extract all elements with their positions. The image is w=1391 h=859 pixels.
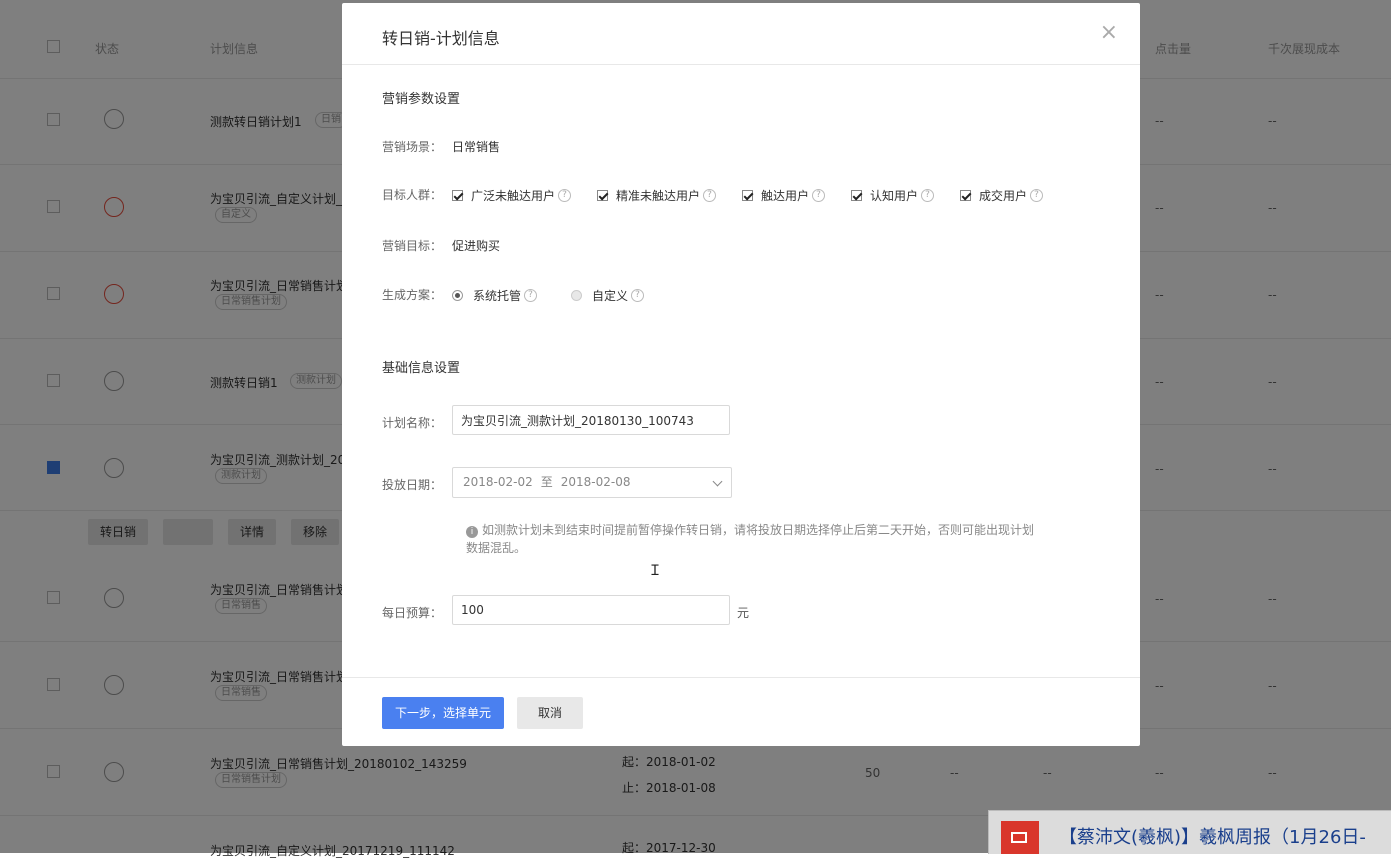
mail-icon xyxy=(1001,821,1039,854)
plan-label: 生成方案： xyxy=(382,288,443,302)
modal-header: 转日销-计划信息 × xyxy=(342,3,1140,65)
checkbox-checked-icon[interactable] xyxy=(452,190,463,201)
target-checkbox-aware[interactable]: 认知用户 ? xyxy=(851,187,935,204)
goal-value: 促进购买 xyxy=(452,239,501,253)
date-tip-text: 如测款计划未到结束时间提前暂停操作转日销，请将投放日期选择停止后第二天开始，否则… xyxy=(466,523,1035,555)
help-icon[interactable]: ? xyxy=(703,189,717,202)
help-icon[interactable]: ? xyxy=(921,189,935,202)
close-icon[interactable]: × xyxy=(1100,21,1118,45)
chevron-down-icon[interactable] xyxy=(712,476,723,487)
modal-footer: 下一步，选择单元 取消 xyxy=(342,677,1140,747)
plan-name-input[interactable] xyxy=(452,405,730,435)
radio-selected-icon[interactable] xyxy=(452,290,463,301)
checkbox-checked-icon[interactable] xyxy=(742,190,753,201)
budget-label: 每日预算： xyxy=(382,606,443,620)
plan-name-label: 计划名称： xyxy=(382,416,443,430)
date-start: 2018-02-02 xyxy=(463,475,533,489)
help-icon[interactable]: ? xyxy=(1030,189,1044,202)
checkbox-checked-icon[interactable] xyxy=(851,190,862,201)
to-daily-sale-modal: 转日销-计划信息 × 营销参数设置 营销场景： 日常销售 目标人群： 广泛未触达… xyxy=(342,3,1140,746)
date-separator: 至 xyxy=(540,475,553,489)
target-checkbox-reached[interactable]: 触达用户 ? xyxy=(742,187,826,204)
next-step-button[interactable]: 下一步，选择单元 xyxy=(382,697,504,729)
budget-unit: 元 xyxy=(737,606,750,620)
target-checkbox-converted[interactable]: 成交用户 ? xyxy=(960,187,1044,204)
cancel-button[interactable]: 取消 xyxy=(517,697,583,729)
checkbox-checked-icon[interactable] xyxy=(597,190,608,201)
checkbox-checked-icon[interactable] xyxy=(960,190,971,201)
target-checkbox-precise[interactable]: 精准未触达用户 ? xyxy=(597,187,717,204)
plan-radio-system[interactable]: 系统托管 ? xyxy=(452,287,538,304)
scene-label: 营销场景： xyxy=(382,140,443,154)
help-icon[interactable]: ? xyxy=(631,289,645,302)
help-icon[interactable]: ? xyxy=(812,189,826,202)
section-title-marketing: 营销参数设置 xyxy=(382,92,461,107)
section-title-basic: 基础信息设置 xyxy=(382,361,461,376)
notification-text[interactable]: 【蔡沛文(羲枫)】羲枫周报（1月26日- xyxy=(1059,823,1366,849)
radio-unselected-icon[interactable] xyxy=(571,290,582,301)
target-label: 目标人群： xyxy=(382,188,443,202)
date-end: 2018-02-08 xyxy=(560,475,631,489)
info-icon: i xyxy=(466,526,478,538)
daily-budget-input[interactable] xyxy=(452,595,730,625)
goal-label: 营销目标： xyxy=(382,239,443,253)
text-cursor-icon: Ｉ xyxy=(648,563,662,579)
plan-radio-custom[interactable]: 自定义 ? xyxy=(571,287,645,304)
date-label: 投放日期： xyxy=(382,478,443,492)
help-icon[interactable]: ? xyxy=(558,189,572,202)
help-icon[interactable]: ? xyxy=(524,289,538,302)
target-checkbox-broad[interactable]: 广泛未触达用户 ? xyxy=(452,187,572,204)
date-range-picker[interactable]: 2018-02-02 至 2018-02-08 xyxy=(452,467,732,498)
modal-title: 转日销-计划信息 xyxy=(382,29,500,48)
mail-notification[interactable]: 【蔡沛文(羲枫)】羲枫周报（1月26日- xyxy=(988,810,1391,854)
scene-value: 日常销售 xyxy=(452,140,501,154)
date-tip: i 如测款计划未到结束时间提前暂停操作转日销，请将投放日期选择停止后第二天开始，否… xyxy=(466,521,1036,557)
